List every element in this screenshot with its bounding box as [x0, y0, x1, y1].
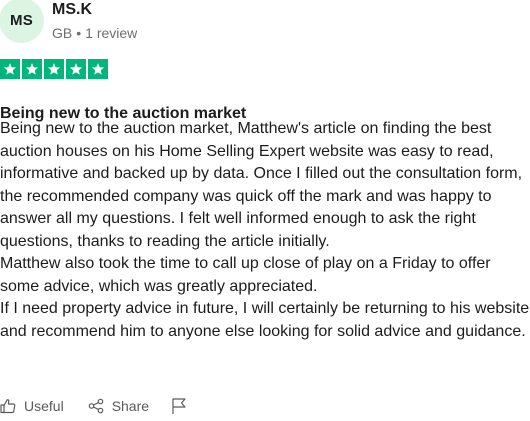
reviewer-country: GB: [52, 25, 73, 41]
reviewer-name[interactable]: MS.K: [52, 1, 92, 19]
review-paragraph: Matthew also took the time to call up cl…: [0, 255, 491, 295]
reviewer-meta: GB • 1 review: [52, 25, 137, 41]
review-actions: Useful Share: [0, 394, 187, 418]
reviewer-header: MS MS.K GB • 1 review: [0, 0, 530, 48]
reviewer-review-count: 1 review: [85, 25, 138, 41]
avatar[interactable]: MS: [0, 0, 44, 43]
useful-label: Useful: [24, 398, 64, 414]
share-label: Share: [111, 398, 150, 414]
meta-separator: •: [76, 25, 82, 41]
report-button[interactable]: [171, 397, 187, 415]
star-icon: [0, 59, 20, 79]
share-icon: [88, 398, 104, 414]
share-button[interactable]: Share: [88, 398, 149, 414]
thumbs-up-icon: [0, 398, 16, 414]
review-paragraph: Being new to the auction market, Matthew…: [0, 120, 523, 250]
review-paragraph: If I need property advice in future, I w…: [0, 300, 530, 340]
flag-icon: [171, 397, 187, 415]
star-icon: [22, 59, 42, 79]
star-icon: [44, 59, 64, 79]
avatar-initials: MS: [9, 12, 34, 29]
star-rating: [0, 59, 108, 79]
useful-button[interactable]: Useful: [0, 398, 64, 414]
review-card: MS MS.K GB • 1 review Being new to the auc…: [0, 0, 530, 421]
review-body: Being new to the auction market, Matthew…: [0, 118, 530, 343]
star-icon: [66, 59, 86, 79]
star-icon: [88, 59, 108, 79]
